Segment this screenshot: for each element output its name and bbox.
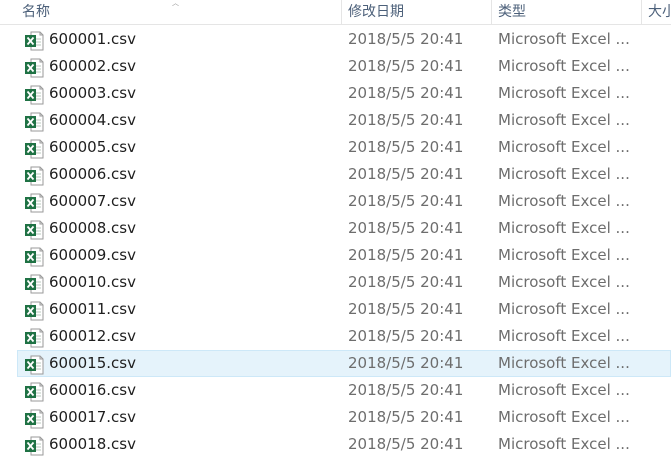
excel-file-icon: [24, 301, 44, 321]
file-name: 600002.csv: [49, 57, 136, 75]
file-row[interactable]: 600010.csv 2018/5/5 20:41 Microsoft Excel …: [17, 269, 671, 296]
file-row[interactable]: 600005.csv 2018/5/5 20:41 Microsoft Excel …: [17, 134, 671, 161]
file-type: Microsoft Excel ...: [498, 354, 630, 372]
column-header-type[interactable]: 类型: [492, 0, 641, 24]
file-row[interactable]: 600006.csv 2018/5/5 20:41 Microsoft Excel …: [17, 161, 671, 188]
file-name: 600011.csv: [49, 300, 136, 318]
file-name: 600010.csv: [49, 273, 136, 291]
file-date-modified: 2018/5/5 20:41: [348, 327, 464, 345]
excel-file-icon: [24, 328, 44, 348]
file-row[interactable]: 600001.csv 2018/5/5 20:41 Microsoft Excel …: [17, 26, 671, 53]
file-type: Microsoft Excel ...: [498, 408, 630, 426]
file-row[interactable]: 600007.csv 2018/5/5 20:41 Microsoft Excel …: [17, 188, 671, 215]
file-type: Microsoft Excel ...: [498, 219, 630, 237]
column-header-size[interactable]: 大小: [642, 0, 671, 24]
file-row[interactable]: 600012.csv 2018/5/5 20:41 Microsoft Excel …: [17, 323, 671, 350]
file-date-modified: 2018/5/5 20:41: [348, 30, 464, 48]
column-header-date-modified[interactable]: 修改日期: [342, 0, 491, 24]
file-row[interactable]: 600002.csv 2018/5/5 20:41 Microsoft Excel …: [17, 53, 671, 80]
file-date-modified: 2018/5/5 20:41: [348, 192, 464, 210]
file-type: Microsoft Excel ...: [498, 246, 630, 264]
file-row[interactable]: 600004.csv 2018/5/5 20:41 Microsoft Excel …: [17, 107, 671, 134]
file-date-modified: 2018/5/5 20:41: [348, 300, 464, 318]
file-date-modified: 2018/5/5 20:41: [348, 57, 464, 75]
file-type: Microsoft Excel ...: [498, 327, 630, 345]
file-row[interactable]: 600011.csv 2018/5/5 20:41 Microsoft Excel …: [17, 296, 671, 323]
excel-file-icon: [24, 58, 44, 78]
excel-file-icon: [24, 247, 44, 267]
excel-file-icon: [24, 220, 44, 240]
file-name: 600006.csv: [49, 165, 136, 183]
file-row[interactable]: 600009.csv 2018/5/5 20:41 Microsoft Excel …: [17, 242, 671, 269]
file-date-modified: 2018/5/5 20:41: [348, 408, 464, 426]
sort-up-icon: ︿: [172, 0, 179, 7]
file-name: 600005.csv: [49, 138, 136, 156]
file-type: Microsoft Excel ...: [498, 57, 630, 75]
file-date-modified: 2018/5/5 20:41: [348, 219, 464, 237]
excel-file-icon: [24, 193, 44, 213]
file-row[interactable]: 600018.csv 2018/5/5 20:41 Microsoft Excel …: [17, 431, 671, 458]
file-name: 600009.csv: [49, 246, 136, 264]
excel-file-icon: [24, 355, 44, 375]
file-type: Microsoft Excel ...: [498, 84, 630, 102]
file-type: Microsoft Excel ...: [498, 138, 630, 156]
file-row[interactable]: 600015.csv 2018/5/5 20:41 Microsoft Excel …: [17, 350, 671, 377]
excel-file-icon: [24, 112, 44, 132]
file-type: Microsoft Excel ...: [498, 165, 630, 183]
file-date-modified: 2018/5/5 20:41: [348, 381, 464, 399]
file-date-modified: 2018/5/5 20:41: [348, 138, 464, 156]
excel-file-icon: [24, 31, 44, 51]
file-row[interactable]: 600008.csv 2018/5/5 20:41 Microsoft Excel …: [17, 215, 671, 242]
file-name: 600018.csv: [49, 435, 136, 453]
file-row[interactable]: 600017.csv 2018/5/5 20:41 Microsoft Excel …: [17, 404, 671, 431]
file-date-modified: 2018/5/5 20:41: [348, 111, 464, 129]
excel-file-icon: [24, 274, 44, 294]
file-date-modified: 2018/5/5 20:41: [348, 246, 464, 264]
file-name: 600001.csv: [49, 30, 136, 48]
file-name: 600016.csv: [49, 381, 136, 399]
file-type: Microsoft Excel ...: [498, 111, 630, 129]
file-row[interactable]: 600003.csv 2018/5/5 20:41 Microsoft Excel …: [17, 80, 671, 107]
file-date-modified: 2018/5/5 20:41: [348, 354, 464, 372]
excel-file-icon: [24, 139, 44, 159]
file-name: 600015.csv: [49, 354, 136, 372]
file-date-modified: 2018/5/5 20:41: [348, 273, 464, 291]
file-type: Microsoft Excel ...: [498, 435, 630, 453]
file-type: Microsoft Excel ...: [498, 300, 630, 318]
file-type: Microsoft Excel ...: [498, 30, 630, 48]
excel-file-icon: [24, 166, 44, 186]
file-name: 600017.csv: [49, 408, 136, 426]
file-type: Microsoft Excel ...: [498, 273, 630, 291]
file-type: Microsoft Excel ...: [498, 381, 630, 399]
file-date-modified: 2018/5/5 20:41: [348, 165, 464, 183]
file-name: 600008.csv: [49, 219, 136, 237]
file-date-modified: 2018/5/5 20:41: [348, 84, 464, 102]
excel-file-icon: [24, 409, 44, 429]
file-name: 600012.csv: [49, 327, 136, 345]
column-header-bar: 名称 ︿ 修改日期 类型 大小: [0, 0, 671, 25]
file-date-modified: 2018/5/5 20:41: [348, 435, 464, 453]
file-type: Microsoft Excel ...: [498, 192, 630, 210]
file-row[interactable]: 600016.csv 2018/5/5 20:41 Microsoft Excel …: [17, 377, 671, 404]
file-name: 600007.csv: [49, 192, 136, 210]
excel-file-icon: [24, 85, 44, 105]
file-name: 600003.csv: [49, 84, 136, 102]
excel-file-icon: [24, 436, 44, 456]
file-name: 600004.csv: [49, 111, 136, 129]
excel-file-icon: [24, 382, 44, 402]
